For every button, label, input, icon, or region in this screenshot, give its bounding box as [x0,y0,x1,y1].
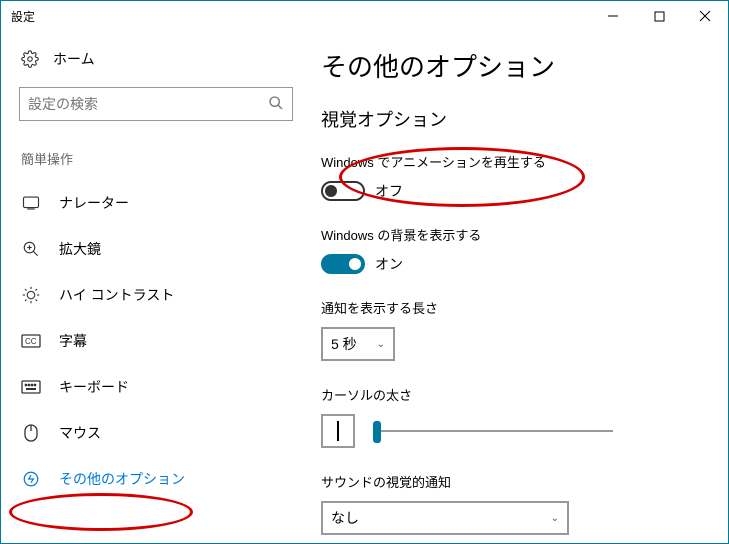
sidebar-item-label: 拡大鏡 [59,239,101,259]
combo-value: なし [331,508,359,528]
slider-thumb[interactable] [373,421,381,443]
setting-label: 通知を表示する長さ [321,298,718,317]
sidebar-item-narrator[interactable]: ナレーター [1,180,311,226]
toggle-animations[interactable] [321,181,365,201]
mouse-icon [21,424,41,442]
window-controls [590,1,728,31]
captions-icon: CC [21,334,41,348]
setting-label: Windows の背景を表示する [321,225,718,244]
search-input[interactable] [28,96,268,112]
home-link[interactable]: ホーム [1,41,311,83]
sidebar-item-high-contrast[interactable]: ハイ コントラスト [1,272,311,318]
high-contrast-icon [21,286,41,304]
window-title: 設定 [11,8,35,25]
sidebar-item-label: ハイ コントラスト [59,285,174,305]
svg-text:CC: CC [25,337,37,346]
setting-cursor-thickness: カーソルの太さ [321,385,718,448]
nav-group-header: 簡単操作 [1,139,311,180]
keyboard-icon [21,380,41,394]
slider-cursor-thickness[interactable] [373,419,613,443]
search-box[interactable] [19,87,293,121]
setting-label: Windows でアニメーションを再生する [321,152,718,171]
sidebar: ホーム 簡単操作 ナレーター 拡大鏡 ハイ コントラスト [1,31,311,543]
toggle-state-text: オフ [375,181,403,201]
section-title: 視覚オプション [321,106,718,132]
close-button[interactable] [682,1,728,31]
cursor-preview [321,414,355,448]
minimize-button[interactable] [590,1,636,31]
sidebar-item-label: マウス [59,423,101,443]
home-label: ホーム [53,49,95,69]
combo-notification-duration[interactable]: 5 秒 ⌄ [321,327,395,361]
chevron-down-icon: ⌄ [377,339,385,350]
maximize-button[interactable] [636,1,682,31]
toggle-state-text: オン [375,254,403,274]
setting-label: カーソルの太さ [321,385,718,404]
sidebar-item-label: ナレーター [59,193,129,213]
setting-label: サウンドの視覚的通知 [321,472,718,491]
sidebar-item-label: 字幕 [59,331,87,351]
setting-background: Windows の背景を表示する オン [321,225,718,274]
setting-animations: Windows でアニメーションを再生する オフ [321,152,718,201]
sidebar-item-captions[interactable]: CC 字幕 [1,318,311,364]
chevron-down-icon: ⌄ [551,513,559,524]
setting-sound-visual: サウンドの視覚的通知 なし ⌄ [321,472,718,535]
titlebar: 設定 [1,1,728,31]
search-icon [268,95,284,114]
narrator-icon [21,194,41,212]
other-options-icon [21,470,41,488]
combo-value: 5 秒 [331,334,357,354]
sidebar-item-label: その他のオプション [59,469,185,489]
sidebar-item-mouse[interactable]: マウス [1,410,311,456]
main-panel: その他のオプション 視覚オプション Windows でアニメーションを再生する … [311,31,728,543]
page-title: その他のオプション [321,47,718,84]
sidebar-item-other-options[interactable]: その他のオプション [1,456,311,502]
sidebar-item-magnifier[interactable]: 拡大鏡 [1,226,311,272]
combo-sound-visual[interactable]: なし ⌄ [321,501,569,535]
setting-notification-duration: 通知を表示する長さ 5 秒 ⌄ [321,298,718,361]
toggle-background[interactable] [321,254,365,274]
gear-icon [21,50,39,68]
sidebar-item-label: キーボード [59,377,129,397]
magnifier-icon [21,240,41,258]
sidebar-item-keyboard[interactable]: キーボード [1,364,311,410]
